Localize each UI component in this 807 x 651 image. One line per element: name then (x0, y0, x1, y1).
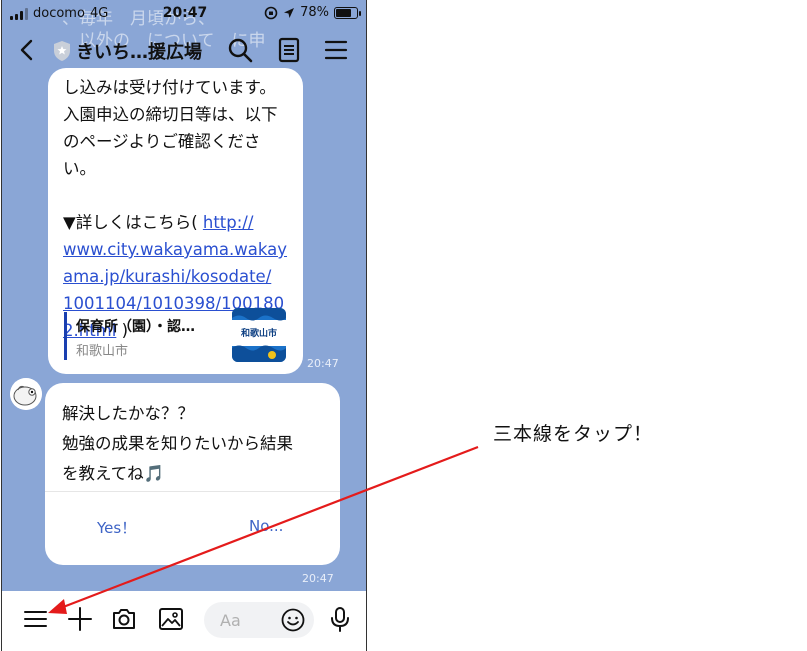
location-icon (284, 7, 295, 18)
camera-icon[interactable] (110, 605, 138, 633)
url-link[interactable]: www.city.wakayama.wakay (63, 240, 287, 259)
mascot-avatar-icon (10, 378, 42, 410)
message-text: 解決したかな？？ 勉強の成果を知りたいから結果 を教えてね🎵 (62, 399, 293, 489)
preview-thumbnail: 和歌山市 (232, 308, 286, 362)
url-link[interactable]: http:// (203, 213, 254, 232)
status-bar: docomo 4G 20:47 78% (2, 0, 366, 26)
phone-screen: 、毎年 月頃から、 以外の について に申 docomo 4G 20:47 78… (1, 0, 367, 651)
message-input-box[interactable] (204, 602, 314, 638)
message-input[interactable] (220, 608, 280, 632)
search-icon[interactable] (226, 36, 254, 64)
input-toolbar (2, 591, 366, 651)
note-icon[interactable] (275, 36, 303, 64)
chat-title: きいち…援広場 (76, 42, 202, 63)
battery-percent: 78% (300, 5, 329, 20)
message-bubble: し込みは受け付けています。 入園申込の締切日等は、以下 のページよりご確認くださ… (48, 68, 303, 374)
no-button[interactable]: No... (249, 517, 283, 535)
message-line: い。 (63, 159, 96, 178)
message-line: 勉強の成果を知りたいから結果 (62, 434, 293, 453)
message-line: 入園申込の締切日等は、以下 (63, 105, 278, 124)
plus-icon[interactable] (66, 605, 94, 633)
message-time: 20:47 (307, 357, 339, 370)
avatar[interactable] (10, 378, 42, 410)
microphone-icon[interactable] (326, 605, 354, 633)
message-line: 解決したかな？？ (62, 404, 194, 423)
shield-icon (54, 41, 70, 61)
status-right: 78% (264, 5, 361, 20)
image-icon[interactable] (157, 605, 185, 633)
screenshot-stage: 、毎年 月頃から、 以外の について に申 docomo 4G 20:47 78… (0, 0, 807, 651)
annotation-text: 三本線をタップ！ (493, 423, 654, 445)
url-link[interactable]: ama.jp/kurashi/kosodate/ (63, 267, 271, 286)
wakayama-logo-icon: 和歌山市 (232, 308, 286, 362)
rotation-lock-icon (264, 6, 278, 19)
message-line: のページよりご確認くださ (63, 132, 261, 151)
message-line: ▼詳しくはこちら( http:// (63, 213, 254, 232)
menu-icon[interactable] (22, 605, 50, 633)
menu-icon[interactable] (322, 36, 350, 64)
message-time: 20:47 (302, 572, 334, 585)
message-line: を教えてね🎵 (62, 464, 165, 483)
divider (45, 491, 340, 492)
battery-icon (334, 6, 361, 19)
yes-button[interactable]: Yes！ (97, 517, 136, 538)
link-preview-card[interactable]: 保育所（園）・認… 和歌山市 和歌山市 (64, 308, 289, 364)
preview-source: 和歌山市 (76, 344, 129, 359)
message-bubble: 解決したかな？？ 勉強の成果を知りたいから結果 を教えてね🎵 Yes！ No..… (45, 383, 340, 565)
preview-title: 保育所（園）・認… (76, 319, 195, 335)
emoji-icon[interactable] (280, 607, 306, 633)
svg-text:和歌山市: 和歌山市 (240, 327, 277, 339)
message-line: し込みは受け付けています。 (63, 78, 276, 97)
chevron-left-icon[interactable] (16, 38, 38, 62)
